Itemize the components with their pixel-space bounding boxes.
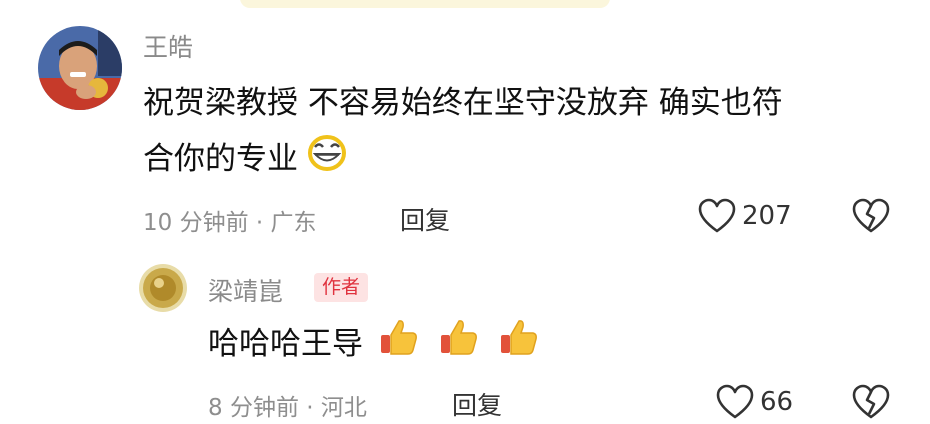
reply-timestamp: 8 分钟前 · 河北	[208, 395, 367, 421]
comment-dislike-button[interactable]	[852, 198, 890, 238]
reply-text: 哈哈哈王导	[208, 316, 539, 375]
reply-like-count: 66	[760, 387, 794, 417]
comment-like-count: 207	[742, 201, 792, 231]
grinning-face-icon	[307, 133, 346, 189]
reply-text-label: 哈哈哈王导	[208, 326, 363, 362]
comment-text-line1: 祝贺梁教授 不容易始终在坚守没放弃 确实也符	[143, 85, 783, 121]
comment-text-line2: 合你的专业	[143, 131, 346, 189]
comment-like-button[interactable]: 207	[698, 198, 792, 234]
author-badge: 作者	[314, 273, 369, 302]
thumbs-up-icon	[379, 317, 419, 375]
reply-reply-button[interactable]: 回复	[452, 386, 502, 422]
thumbs-up-icon	[439, 317, 479, 375]
comment-text-line2-label: 合你的专业	[143, 141, 298, 177]
reply-author[interactable]: 梁靖崑	[208, 272, 283, 308]
avatar[interactable]	[38, 26, 122, 110]
reply-dislike-button[interactable]	[852, 384, 890, 424]
comment-timestamp: 10 分钟前 · 广东	[143, 210, 317, 236]
top-highlight-bar	[240, 0, 610, 8]
thumbs-up-icon	[499, 317, 539, 375]
broken-heart-icon	[852, 198, 890, 233]
reply-avatar[interactable]	[139, 264, 187, 312]
comment-reply-button[interactable]: 回复	[400, 201, 450, 237]
heart-icon	[698, 198, 736, 233]
comment-author[interactable]: 王皓	[143, 28, 193, 64]
